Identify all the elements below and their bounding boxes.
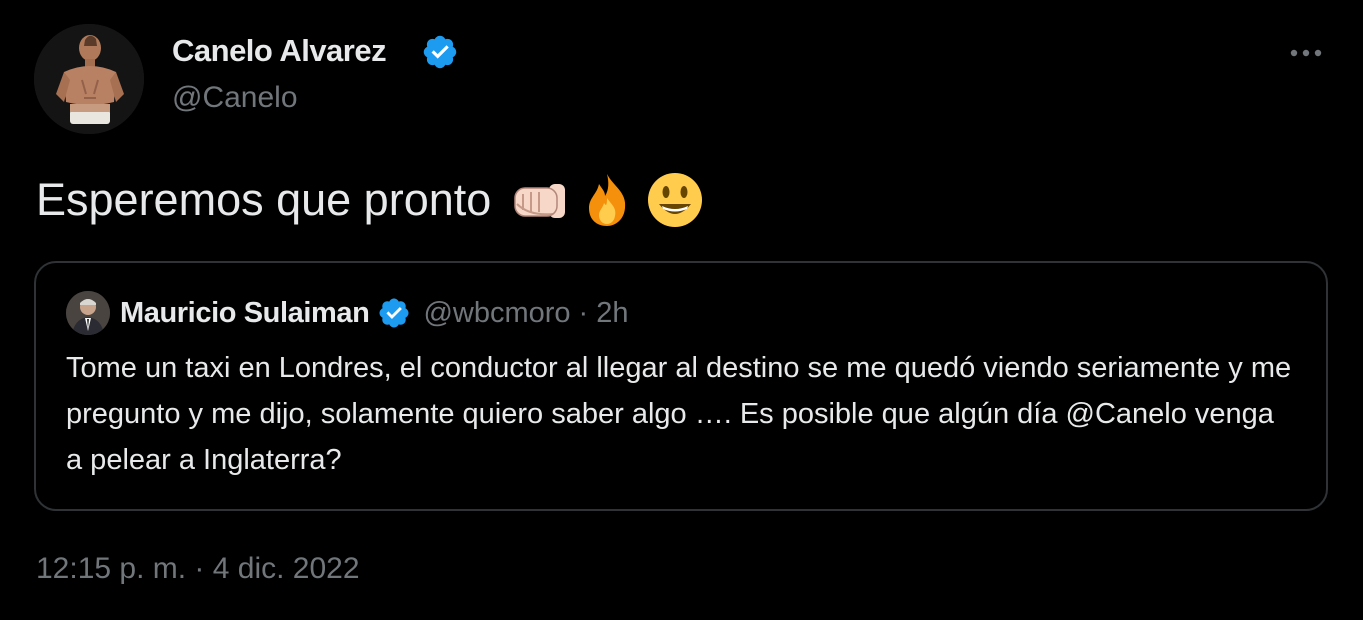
more-horizontal-icon <box>1290 49 1322 57</box>
tweet-card: Canelo Alvarez @Canelo Esperemos que pro… <box>0 0 1363 620</box>
more-options-button[interactable] <box>1283 36 1329 70</box>
quote-author-avatar[interactable] <box>66 291 110 335</box>
tweet-timestamp[interactable]: 12:15 p. m. · 4 dic. 2022 <box>36 552 360 586</box>
smiley-icon <box>645 170 705 230</box>
quote-author-name[interactable]: Mauricio Sulaiman <box>120 297 370 330</box>
quote-text: Tome un taxi en Londres, el conductor al… <box>66 352 1292 476</box>
tweet-body: Esperemos que pronto <box>36 170 705 230</box>
fire-icon <box>577 170 637 230</box>
author-name[interactable]: Canelo Alvarez <box>172 33 387 69</box>
verified-badge-icon <box>379 298 409 328</box>
quote-header: Mauricio Sulaiman @wbcmoro · 2h <box>120 293 628 333</box>
quote-author-handle[interactable]: @wbcmoro <box>423 297 570 330</box>
quote-separator: · <box>578 296 589 329</box>
tweet-text: Esperemos que pronto <box>36 174 492 225</box>
fist-icon <box>509 170 569 230</box>
quote-time[interactable]: 2h <box>596 297 628 330</box>
author-handle[interactable]: @Canelo <box>172 81 298 115</box>
verified-badge-icon <box>423 35 457 69</box>
author-avatar[interactable] <box>34 24 144 134</box>
quoted-tweet[interactable]: Mauricio Sulaiman @wbcmoro · 2h Tome un … <box>34 261 1328 511</box>
